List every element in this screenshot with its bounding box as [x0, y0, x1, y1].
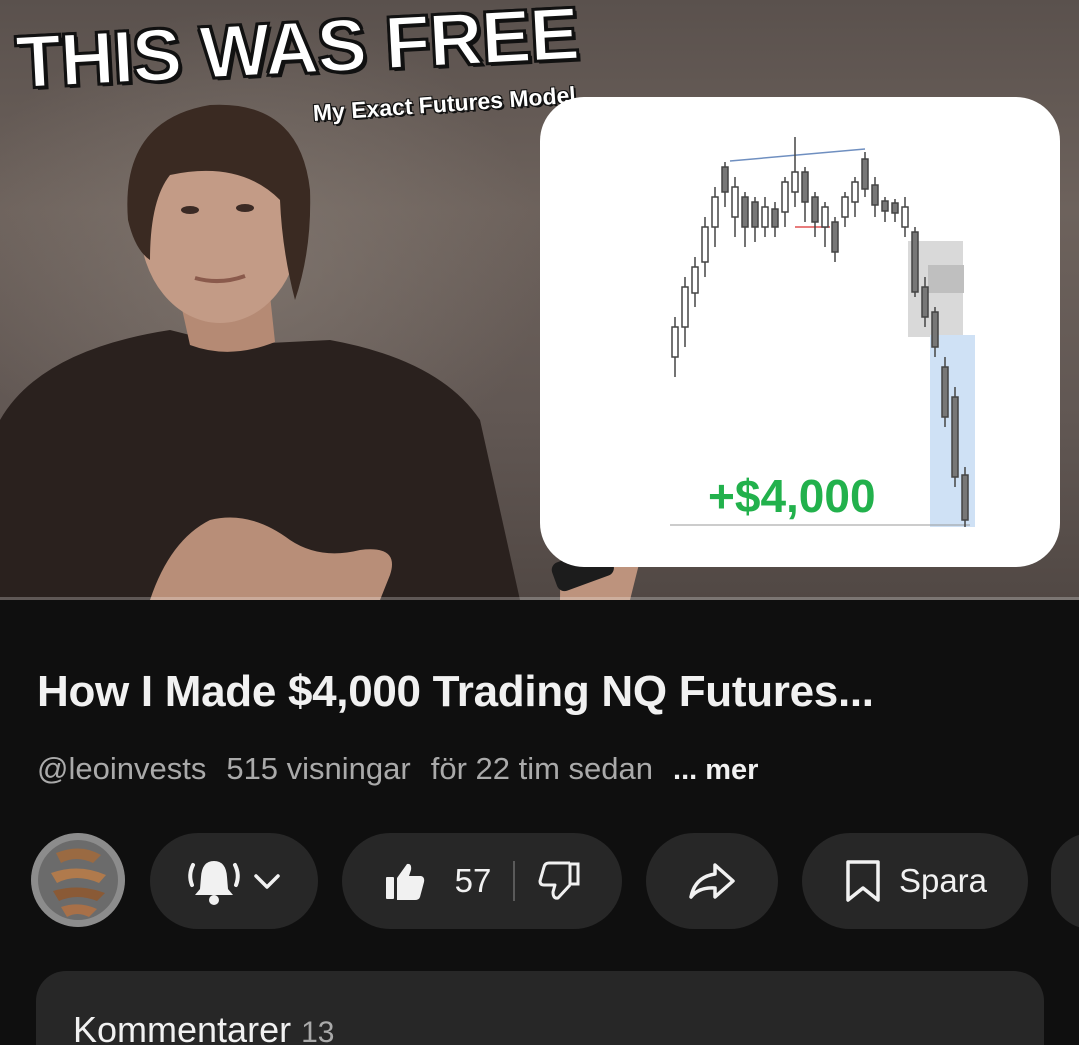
- profit-label: +$4,000: [708, 470, 876, 522]
- avatar-image: [31, 833, 125, 927]
- video-progress-bar[interactable]: [0, 597, 1079, 600]
- upload-age: för 22 tim sedan: [430, 751, 654, 786]
- video-info-panel: How I Made $4,000 Trading NQ Futures... …: [0, 603, 1079, 1045]
- like-divider: [513, 861, 516, 901]
- share-button[interactable]: [646, 833, 778, 929]
- like-dislike-control: 57: [342, 833, 622, 929]
- video-player[interactable]: THIS WAS FREE My Exact Futures Model +$4…: [0, 0, 1079, 600]
- save-button[interactable]: Spara: [802, 833, 1028, 929]
- bell-ringing-icon: [188, 861, 240, 905]
- comments-label: Kommentarer: [73, 1009, 292, 1045]
- chevron-down-icon: [254, 874, 280, 889]
- subscription-bell-button[interactable]: [150, 833, 318, 929]
- bookmark-icon: [846, 860, 880, 902]
- more-link[interactable]: ... mer: [673, 754, 758, 787]
- thumbs-down-icon[interactable]: [537, 859, 581, 903]
- save-label: Spara: [898, 862, 988, 899]
- share-arrow-icon: [689, 863, 735, 899]
- like-count: 57: [454, 862, 492, 899]
- comments-section[interactable]: Kommentarer 13: [36, 971, 1044, 1045]
- channel-avatar[interactable]: [31, 833, 125, 927]
- thumbs-up-icon[interactable]: [383, 859, 427, 903]
- action-bar: 57 Spara: [0, 833, 1079, 929]
- video-title[interactable]: How I Made $4,000 Trading NQ Futures...: [37, 667, 874, 717]
- channel-handle[interactable]: @leoinvests: [37, 751, 206, 787]
- comments-count: 13: [301, 1016, 335, 1045]
- thumbnail-chart-card: +$4,000: [540, 97, 1060, 567]
- view-count: 515 visningar: [226, 751, 411, 786]
- more-actions-button[interactable]: [1051, 833, 1079, 929]
- video-metadata[interactable]: @leoinvests 515 visningar för 22 tim sed…: [37, 751, 758, 787]
- comments-header: Kommentarer 13: [73, 1009, 334, 1045]
